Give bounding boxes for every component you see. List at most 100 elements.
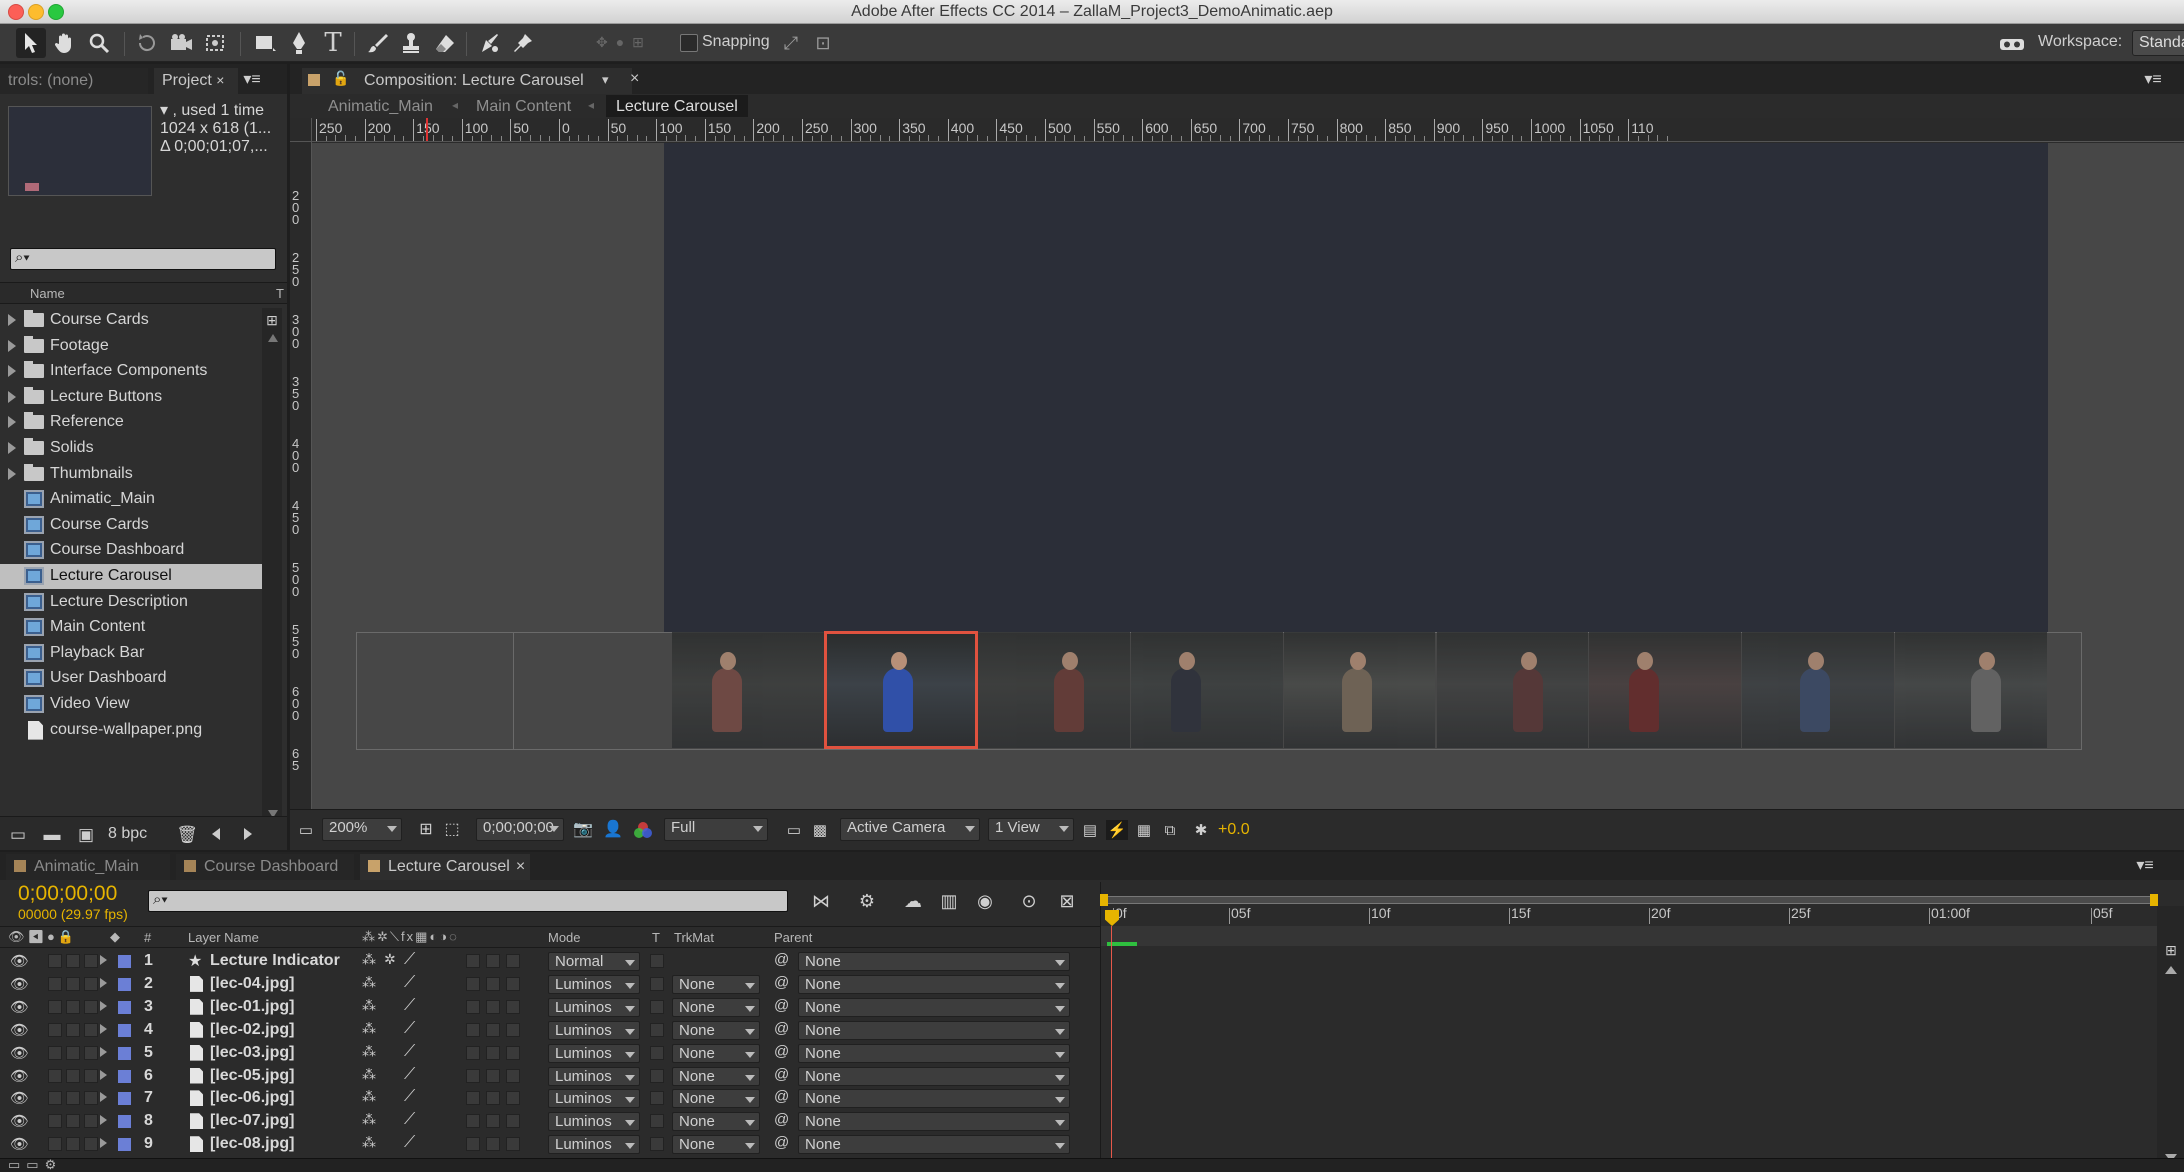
project-item[interactable]: Video View [0, 692, 262, 717]
layer-label-color[interactable] [118, 1138, 131, 1152]
column-name[interactable]: Name [30, 286, 65, 301]
adjustment-switch[interactable] [486, 1091, 500, 1106]
breadcrumb-item-active[interactable]: Lecture Carousel [606, 95, 748, 117]
blend-mode-dropdown[interactable]: Normal [548, 952, 640, 971]
adjustment-switch[interactable] [486, 999, 500, 1014]
type-tool-icon[interactable]: T [318, 28, 348, 58]
mask-visibility-icon[interactable]: ⬚ [442, 820, 462, 840]
layer-row[interactable]: 👁 5 [lec-03.jpg] ⁂ ⟋ Luminos None @ None [0, 1042, 1100, 1065]
tab-course-dashboard[interactable]: Course Dashboard [176, 854, 354, 880]
column-layer-name[interactable]: Layer Name [188, 930, 259, 945]
panel-menu-icon[interactable]: ▾≡ [2138, 70, 2168, 90]
time-navigator[interactable] [1101, 926, 2157, 946]
new-folder-icon[interactable]: ▬ [40, 823, 64, 845]
layer-label-color[interactable] [118, 977, 131, 991]
lock-switch[interactable] [84, 1091, 98, 1106]
expand-triangle-icon[interactable] [100, 1000, 107, 1011]
layer-label-color[interactable] [118, 1092, 131, 1106]
lecture-thumbnail[interactable] [1589, 632, 1742, 748]
trkmat-dropdown[interactable]: None [672, 1066, 760, 1086]
lock-switch[interactable] [84, 1068, 98, 1083]
audio-switch[interactable] [48, 999, 62, 1014]
magnification-dropdown[interactable]: 200% [322, 818, 402, 841]
parent-dropdown[interactable]: None [798, 974, 1070, 994]
always-preview-icon[interactable]: ▭ [296, 820, 316, 840]
composition-mini-flowchart-icon[interactable]: ⋈ [806, 888, 836, 914]
motion-blur-switch[interactable] [466, 999, 480, 1014]
trkmat-dropdown[interactable]: None [672, 1043, 760, 1063]
expand-triangle-icon[interactable] [100, 1115, 107, 1126]
parent-dropdown[interactable]: None [798, 1020, 1070, 1040]
parent-pickwhip-icon[interactable]: @ [774, 1066, 789, 1083]
solo-switch[interactable] [66, 976, 80, 991]
blend-mode-dropdown[interactable]: Luminos [548, 974, 640, 994]
expand-triangle-icon[interactable] [8, 339, 16, 352]
lock-switch[interactable] [84, 1137, 98, 1152]
visibility-eye-icon[interactable]: 👁 [10, 998, 29, 1016]
quality-switch-icon[interactable]: ⟋ [404, 1020, 415, 1038]
toggle-pixel-aspect-icon[interactable]: ▤ [1080, 820, 1100, 840]
tab-animatic-main[interactable]: Animatic_Main [6, 854, 170, 880]
rotate-tool-icon[interactable] [132, 28, 162, 58]
lecture-thumbnail-selected[interactable] [823, 631, 978, 749]
preserve-transparency-switch[interactable] [650, 1091, 664, 1106]
quality-switch-icon[interactable]: ⟋ [404, 1134, 415, 1152]
comp-button-icon[interactable]: ⊞ [2161, 940, 2181, 960]
shy-layers-icon[interactable]: ☁ [898, 888, 928, 914]
audio-switch[interactable] [48, 1114, 62, 1129]
layer-label-color[interactable] [118, 1069, 131, 1083]
quality-switch-icon[interactable]: ⟋ [404, 1043, 415, 1061]
project-item[interactable]: Course Dashboard [0, 538, 262, 563]
preserve-transparency-switch[interactable] [650, 999, 664, 1014]
preserve-transparency-switch[interactable] [650, 1022, 664, 1037]
exposure-value[interactable]: +0.0 [1218, 821, 1250, 839]
motion-blur-switch[interactable] [466, 1114, 480, 1129]
layer-row[interactable]: 👁 7 [lec-06.jpg] ⁂ ⟋ Luminos None @ None [0, 1087, 1100, 1110]
motion-blur-switch[interactable] [466, 1045, 480, 1060]
shy-switch-icon[interactable]: ⁂ [362, 974, 376, 991]
panel-menu-icon[interactable]: ▾≡ [2130, 856, 2160, 876]
motion-blur-switch[interactable] [466, 1068, 480, 1083]
expand-triangle-icon[interactable] [8, 467, 16, 480]
3d-layer-switch[interactable] [506, 1022, 520, 1037]
quality-switch-icon[interactable]: ⟋ [404, 1111, 415, 1129]
motion-blur-switch[interactable] [466, 954, 480, 968]
work-area-bar[interactable] [1100, 894, 2158, 906]
parent-dropdown[interactable]: None [798, 997, 1070, 1017]
parent-dropdown[interactable]: None [798, 952, 1070, 971]
project-search-input[interactable]: ⌕▾ [10, 248, 276, 270]
current-time-field[interactable]: 0;00;00;00 [476, 818, 564, 841]
expand-triangle-icon[interactable] [100, 1069, 107, 1080]
expand-triangle-icon[interactable] [100, 1023, 107, 1034]
project-item[interactable]: Lecture Description [0, 590, 262, 615]
brainstorm-icon[interactable]: ⊠ [1052, 888, 1082, 914]
lock-switch[interactable] [84, 976, 98, 991]
shy-switch-icon[interactable]: ⁂ [362, 997, 376, 1014]
expand-triangle-icon[interactable] [8, 314, 16, 326]
solo-switch[interactable] [66, 1091, 80, 1106]
camera-tool-icon[interactable] [166, 28, 196, 58]
parent-pickwhip-icon[interactable]: @ [774, 1134, 789, 1151]
timeline-search-input[interactable]: ⌕▾ [148, 890, 788, 912]
project-item[interactable]: Lecture Buttons [0, 385, 262, 410]
visibility-eye-icon[interactable]: 👁 [10, 975, 29, 993]
close-tab-icon[interactable]: × [216, 72, 224, 88]
selection-tool-icon[interactable] [16, 28, 46, 58]
adjustment-switch[interactable] [486, 1045, 500, 1060]
quality-switch-icon[interactable]: ⟋ [404, 997, 415, 1015]
trkmat-dropdown[interactable]: None [672, 1112, 760, 1132]
preserve-transparency-switch[interactable] [650, 1114, 664, 1129]
expand-triangle-icon[interactable] [8, 442, 16, 454]
visibility-eye-icon[interactable]: 👁 [10, 1067, 29, 1085]
blend-mode-dropdown[interactable]: Luminos [548, 1112, 640, 1132]
lecture-thumbnail[interactable] [1436, 632, 1589, 748]
audio-switch[interactable] [48, 1045, 62, 1060]
fast-previews-icon[interactable]: ⚡ [1106, 820, 1128, 840]
solo-switch[interactable] [66, 1045, 80, 1060]
breadcrumb-item[interactable]: Main Content [476, 98, 571, 116]
resolution-dropdown[interactable]: Full [664, 818, 768, 841]
audio-switch[interactable] [48, 1022, 62, 1037]
parent-pickwhip-icon[interactable]: @ [774, 951, 789, 968]
parent-pickwhip-icon[interactable]: @ [774, 997, 789, 1014]
motion-blur-switch[interactable] [466, 976, 480, 991]
